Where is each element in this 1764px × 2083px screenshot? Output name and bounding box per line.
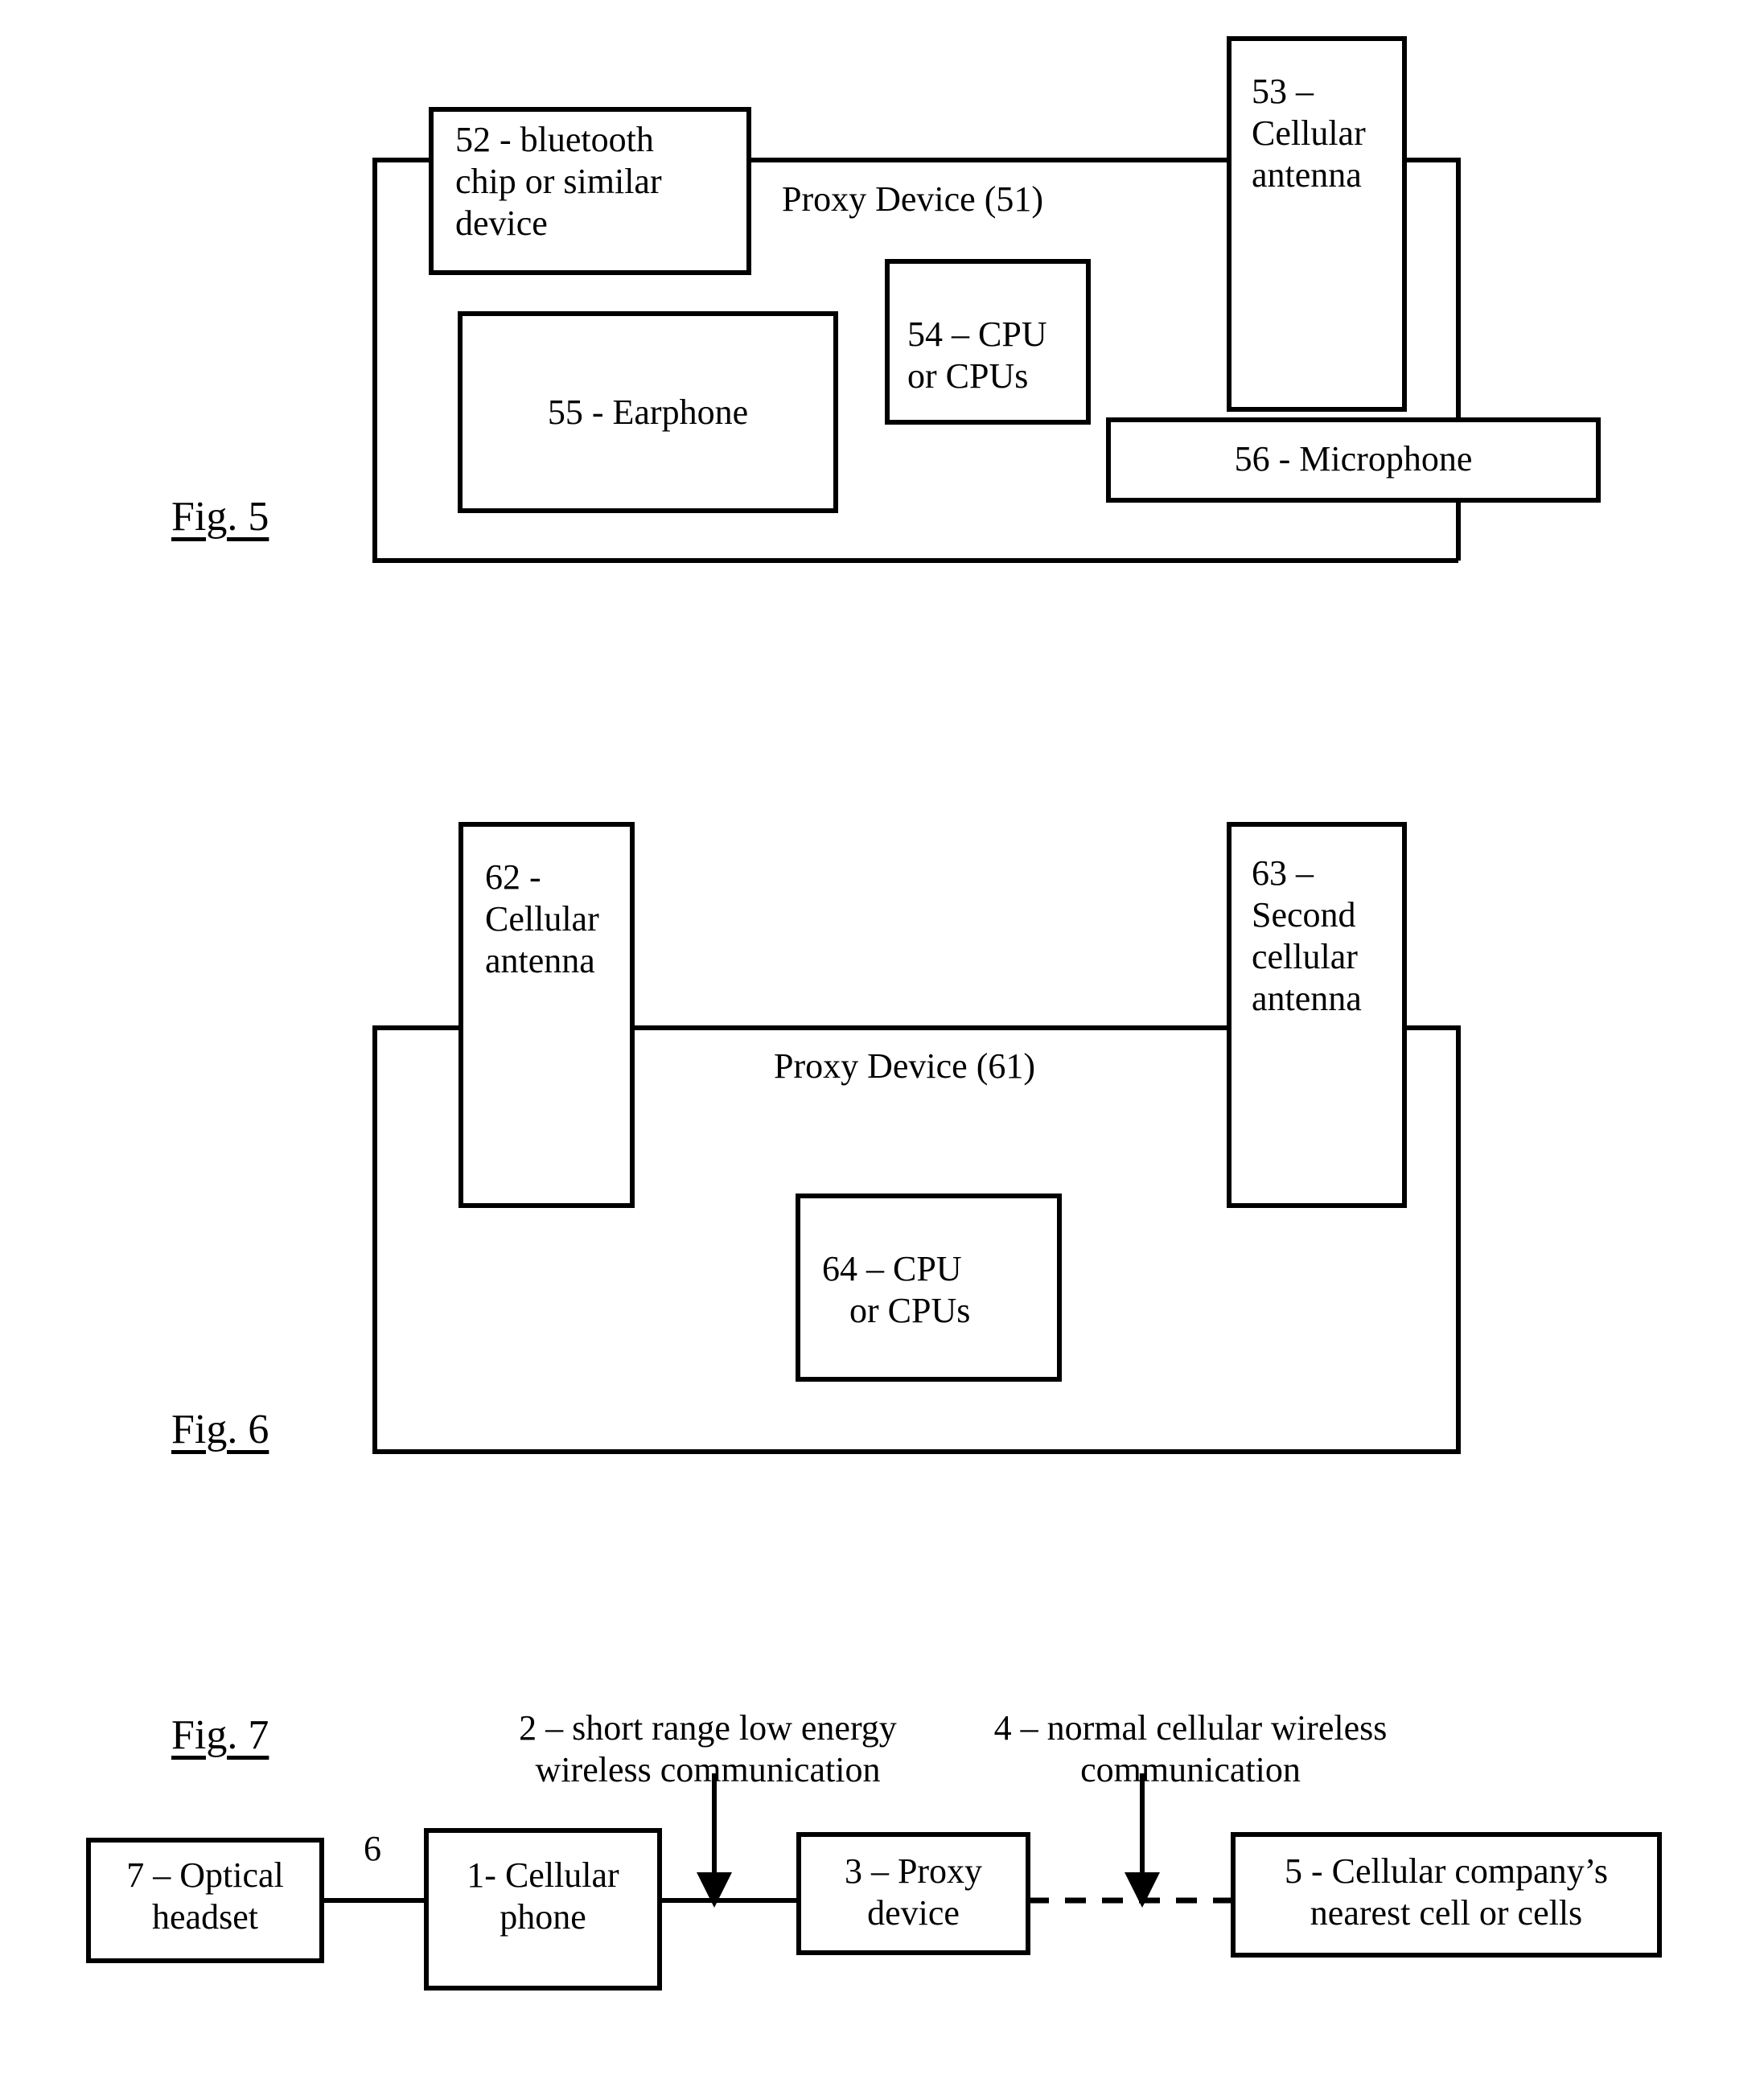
fig6-caption: Fig. 6: [171, 1407, 269, 1452]
fig7-arrow-annotation-4: [1125, 1773, 1160, 1908]
fig6-block-62-line1: 62 -: [485, 857, 541, 897]
fig7-block-1-line2: phone: [500, 1896, 586, 1937]
fig7-block-1-label: 1- Cellular phone: [426, 1855, 660, 1938]
fig7-block-7-line2: headset: [152, 1896, 258, 1937]
fig6-block-63-line2: Second: [1252, 894, 1356, 935]
fig5-proxy-device-label: Proxy Device (51): [782, 179, 1044, 219]
fig5-block-53-line2: Cellular: [1252, 113, 1366, 153]
fig7-block-7-label: 7 – Optical headset: [88, 1855, 322, 1938]
fig5-block-53-line1: 53 –: [1252, 72, 1314, 111]
fig7-block-3-line1: 3 – Proxy: [844, 1851, 983, 1891]
fig7-block-5-label: 5 - Cellular company’s nearest cell or c…: [1233, 1851, 1659, 1934]
fig5-block-53-line3: antenna: [1252, 154, 1362, 195]
fig7-annotation-2-line1: 2 – short range low energy: [519, 1708, 897, 1748]
fig7-annotation-4-line2: communication: [1080, 1749, 1301, 1789]
fig7-annotation-6-label: 6: [364, 1829, 381, 1868]
fig6-block-64-label: 64 – CPU or CPUs: [822, 1248, 1055, 1332]
fig6-block-63-line1: 63 –: [1252, 853, 1314, 893]
fig7-block-5-line1: 5 - Cellular company’s: [1284, 1851, 1608, 1891]
fig6-block-64-line1: 64 – CPU: [822, 1249, 962, 1288]
fig7-block-1-line1: 1- Cellular: [467, 1855, 619, 1895]
fig7-block-3-label: 3 – Proxy device: [799, 1851, 1028, 1934]
fig7-caption: Fig. 7: [171, 1712, 269, 1758]
fig5-caption: Fig. 5: [171, 494, 269, 540]
fig5-block-55-label: 55 - Earphone: [547, 392, 749, 432]
fig5-block-53-label: 53 – Cellular antenna: [1252, 71, 1412, 196]
fig5-block-52-line2: chip or similar: [455, 161, 662, 201]
fig5-block-54-label: 54 – CPU or CPUs: [907, 314, 1092, 397]
fig7-annotation-4-line1: 4 – normal cellular wireless: [993, 1708, 1388, 1748]
fig6-block-64-line2: or CPUs: [849, 1290, 971, 1330]
fig7-arrow-annotation-2: [697, 1773, 732, 1908]
fig5-block-56-label: 56 - Microphone: [1234, 439, 1473, 479]
fig6-block-63-line3: cellular: [1252, 936, 1358, 976]
fig6-block-62-line2: Cellular: [485, 898, 599, 939]
fig7-block-3-line2: device: [867, 1892, 960, 1933]
fig6-proxy-device-label: Proxy Device (61): [774, 1046, 1036, 1086]
fig7-annotation-4-label: 4 – normal cellular wireless communicati…: [957, 1707, 1424, 1791]
fig6-block-63-label: 63 – Second cellular antenna: [1252, 853, 1412, 1020]
fig6-block-62-line3: antenna: [485, 940, 595, 980]
diagram-sheet: Fig. 5 Proxy Device (51) 52 - bluetooth …: [0, 0, 1764, 2083]
fig7-annotation-2-label: 2 – short range low energy wireless comm…: [450, 1707, 965, 1791]
fig6-block-63-line4: antenna: [1252, 978, 1362, 1018]
fig5-block-52-line3: device: [455, 203, 548, 243]
fig5-block-54-line1: 54 – CPU: [907, 314, 1047, 354]
fig5-block-52-label: 52 - bluetooth chip or similar device: [455, 119, 745, 244]
fig7-block-5-line2: nearest cell or cells: [1310, 1892, 1583, 1933]
fig7-block-7-line1: 7 – Optical: [126, 1855, 284, 1895]
fig5-block-52-line1: 52 - bluetooth: [455, 120, 654, 159]
fig6-block-62-label: 62 - Cellular antenna: [485, 857, 638, 982]
fig7-annotation-2-line2: wireless communication: [535, 1749, 881, 1789]
fig5-block-54-line2: or CPUs: [907, 355, 1029, 396]
